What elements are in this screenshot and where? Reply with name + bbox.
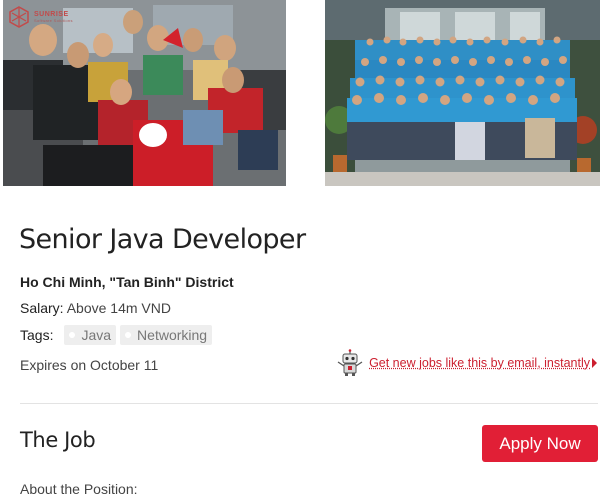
expiry-date: Expires on October 11 [20, 357, 159, 373]
logo-name: SUNRISE [34, 11, 69, 18]
company-logo: SUNRISE Software Solutions [8, 6, 73, 28]
group-photo-illustration [325, 0, 600, 186]
tag-label: Java [81, 327, 112, 343]
tag-dot-icon [125, 332, 132, 338]
tag-java[interactable]: Java [64, 325, 117, 345]
job-title: Senior Java Developer [19, 224, 306, 255]
salary-value: Above 14m VND [66, 300, 171, 316]
section-divider [20, 403, 598, 404]
tag-label: Networking [137, 327, 208, 343]
logo-subtext: Software Solutions [34, 18, 73, 23]
office-team-photo: SUNRISE Software Solutions [3, 0, 286, 186]
tags-row: Tags: Java Networking [20, 325, 216, 345]
section-title: The Job [20, 428, 96, 452]
salary-row: Salary: Above 14m VND [20, 300, 171, 316]
logo-text: SUNRISE Software Solutions [34, 11, 73, 23]
tags-label: Tags: [20, 327, 54, 343]
robot-icon [337, 349, 363, 376]
company-group-photo [325, 0, 600, 186]
email-alert-promo: Get new jobs like this by email, instant… [335, 349, 597, 377]
job-location: Ho Chi Minh, "Tan Binh" District [20, 274, 234, 290]
tag-networking[interactable]: Networking [120, 325, 213, 345]
arrow-right-icon [592, 358, 597, 368]
tag-dot-icon [69, 332, 76, 338]
subscribe-link[interactable]: Get new jobs like this by email, instant… [369, 356, 590, 370]
about-position-heading: About the Position: [20, 481, 138, 497]
apply-now-button[interactable]: Apply Now [482, 425, 598, 462]
sunrise-logo-icon [9, 6, 29, 28]
salary-label: Salary: [20, 300, 64, 316]
